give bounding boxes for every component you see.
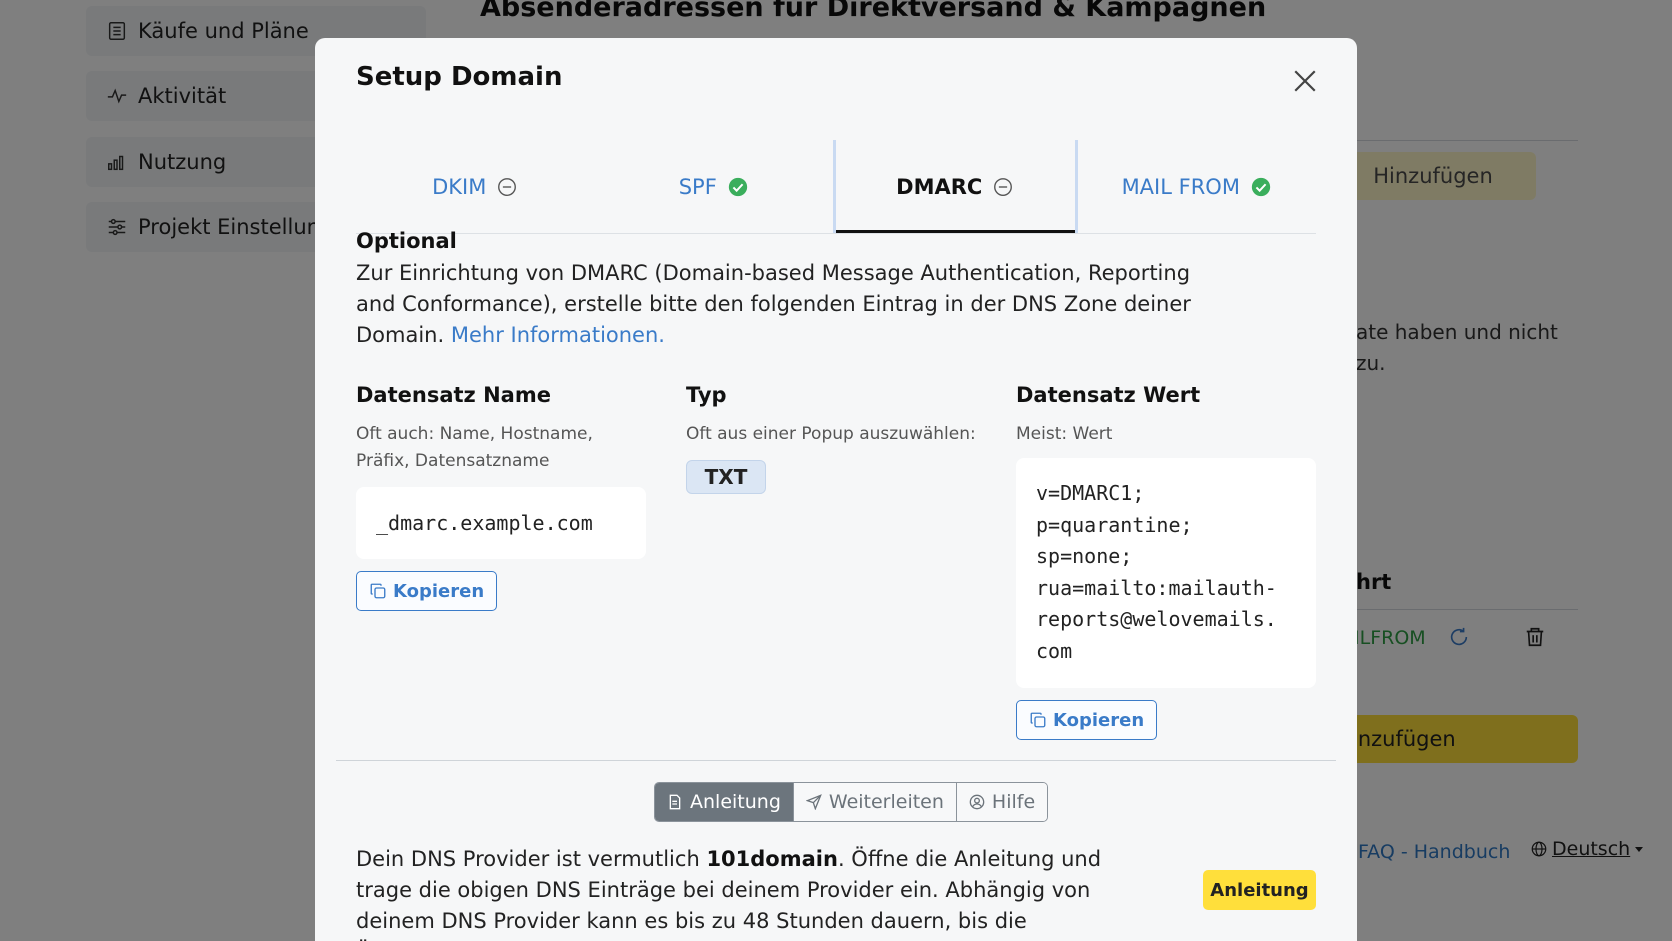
record-value-line: sp=none; — [1036, 544, 1133, 568]
copy-name-button[interactable]: Kopieren — [356, 571, 498, 611]
segment-help[interactable]: Hilfe — [956, 783, 1048, 821]
minus-circle-icon — [994, 177, 1013, 196]
tab-label: MAIL FROM — [1121, 174, 1240, 199]
tab-spf[interactable]: SPF — [595, 140, 834, 233]
tab-label: DKIM — [432, 174, 487, 199]
check-circle-icon — [728, 177, 747, 196]
document-icon — [669, 794, 681, 810]
user-circle-icon — [969, 794, 985, 810]
record-value-line: v=DMARC1; — [1036, 481, 1145, 505]
tab-dkim[interactable]: DKIM — [356, 140, 595, 233]
record-value-title: Datensatz Wert — [1016, 383, 1201, 407]
record-value-line: reports@welovemails. — [1036, 607, 1277, 631]
close-button[interactable] — [1288, 64, 1322, 98]
copy-value-button[interactable]: Kopieren — [1016, 700, 1158, 740]
more-info-link[interactable]: Mehr Informationen. — [451, 323, 665, 347]
record-name-column: Datensatz Name Oft auch: Name, Hostname,… — [356, 383, 646, 611]
copy-icon — [1030, 712, 1046, 728]
record-type-column: Typ Oft aus einer Popup auszuwählen: TXT — [686, 383, 986, 494]
help-segmented-control: Anleitung Weiterleiten Hilfe — [654, 782, 1049, 822]
tab-bar: DKIM SPF DMARC MAIL FROM — [356, 140, 1316, 234]
copy-label: Kopieren — [393, 580, 485, 602]
divider — [336, 760, 1336, 761]
segment-label: Hilfe — [991, 791, 1036, 813]
record-value-box[interactable]: v=DMARC1; p=quarantine; sp=none; rua=mai… — [1016, 458, 1316, 688]
minus-circle-icon — [498, 177, 517, 196]
record-value-hint: Meist: Wert — [1016, 424, 1113, 444]
segment-forward[interactable]: Weiterleiten — [793, 783, 957, 821]
record-name-title: Datensatz Name — [356, 383, 551, 407]
record-value-line: p=quarantine; — [1036, 512, 1193, 537]
segment-label: Weiterleiten — [828, 791, 944, 813]
provider-text: Dein DNS Provider ist vermutlich — [356, 847, 707, 871]
check-circle-icon — [1251, 177, 1271, 196]
record-type-title: Typ — [686, 383, 727, 407]
setup-domain-modal: Setup Domain DKIM SPF DMARC MAIL FROM Op… — [315, 38, 1357, 941]
segment-label: Anleitung — [690, 791, 781, 813]
provider-name: 101domain — [706, 847, 838, 871]
tab-dmarc[interactable]: DMARC — [833, 140, 1078, 233]
section-heading: Optional — [356, 229, 457, 253]
modal-title: Setup Domain — [356, 62, 563, 92]
close-icon — [1294, 70, 1316, 92]
record-value-line: com — [1036, 638, 1073, 663]
segment-guide[interactable]: Anleitung — [655, 783, 794, 821]
guide-button[interactable]: Anleitung — [1203, 870, 1316, 910]
record-name-value[interactable]: _dmarc.example.com — [356, 487, 646, 559]
record-type-hint: Oft aus einer Popup auszuwählen: — [686, 424, 976, 444]
intro-text: Zur Einrichtung von DMARC (Domain-based … — [356, 258, 1236, 351]
provider-info: Dein DNS Provider ist vermutlich 101doma… — [356, 844, 1146, 941]
tab-label: SPF — [678, 174, 717, 199]
copy-label: Kopieren — [1053, 709, 1145, 731]
record-value-line: rua=mailto:mailauth- — [1036, 575, 1277, 600]
tab-mail-from[interactable]: MAIL FROM — [1078, 140, 1317, 233]
record-type-badge: TXT — [686, 460, 766, 494]
tab-label: DMARC — [896, 174, 983, 199]
record-value-column: Datensatz Wert Meist: Wert v=DMARC1; p=q… — [1016, 383, 1316, 740]
record-name-hint: Oft auch: Name, Hostname, Präfix, Datens… — [356, 424, 593, 471]
send-icon — [805, 794, 822, 810]
copy-icon — [370, 583, 386, 599]
